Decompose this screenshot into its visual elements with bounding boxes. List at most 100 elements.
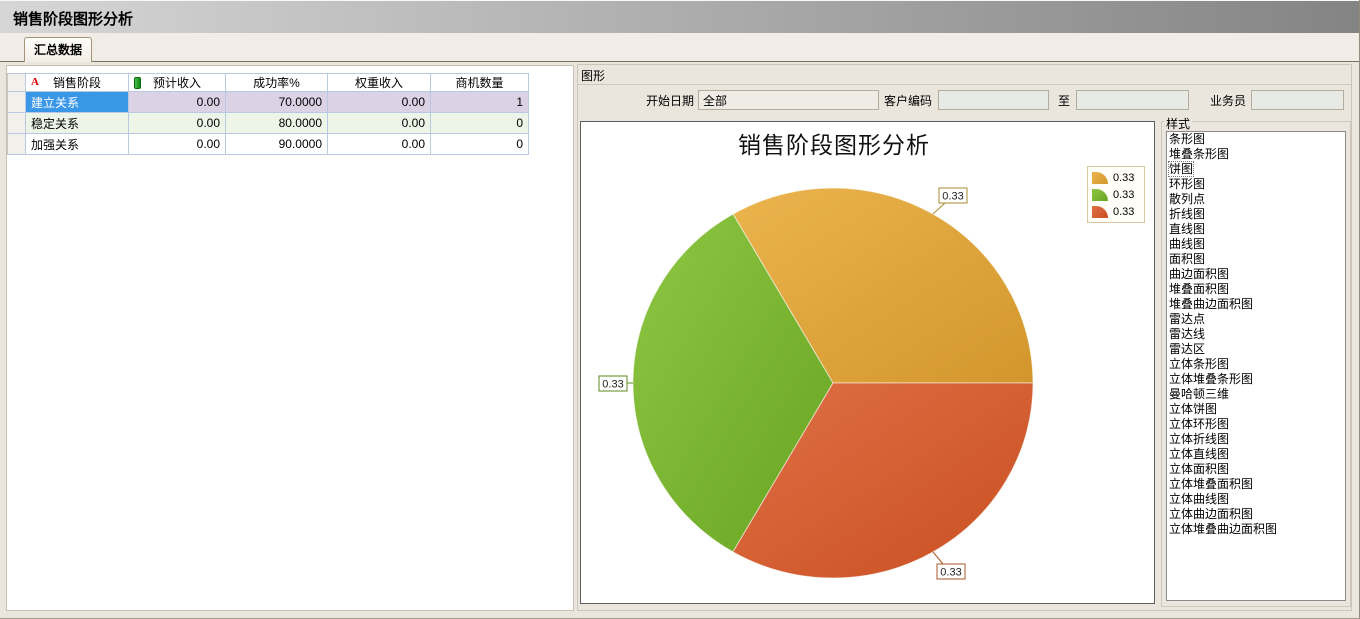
style-item-label: 立体直线图 bbox=[1169, 447, 1229, 461]
legend-entry: 0.33 bbox=[1092, 203, 1144, 220]
style-item[interactable]: 雷达区 bbox=[1167, 342, 1345, 357]
column-header-label: 预计收入 bbox=[153, 76, 201, 90]
cell-weighted-income[interactable]: 0.00 bbox=[328, 92, 431, 113]
row-indicator[interactable] bbox=[8, 113, 26, 134]
cell-weighted-income[interactable]: 0.00 bbox=[328, 134, 431, 155]
style-item-label: 立体堆叠曲边面积图 bbox=[1169, 522, 1277, 536]
cell-opportunity-count[interactable]: 0 bbox=[431, 113, 529, 134]
cell-opportunity-count[interactable]: 1 bbox=[431, 92, 529, 113]
chart-legend: 0.330.330.33 bbox=[1087, 166, 1145, 223]
style-item[interactable]: 面积图 bbox=[1167, 252, 1345, 267]
cell-weighted-income[interactable]: 0.00 bbox=[328, 113, 431, 134]
style-item[interactable]: 立体堆叠条形图 bbox=[1167, 372, 1345, 387]
cell-expected-income[interactable]: 0.00 bbox=[129, 113, 226, 134]
style-item-label: 堆叠曲边面积图 bbox=[1169, 297, 1253, 311]
row-indicator[interactable] bbox=[8, 134, 26, 155]
legend-value: 0.33 bbox=[1113, 206, 1134, 218]
group-divider bbox=[578, 84, 1351, 85]
cell-stage[interactable]: 建立关系 bbox=[26, 92, 129, 113]
table-row[interactable]: 稳定关系0.0080.00000.000 bbox=[8, 113, 529, 134]
style-item-label: 立体环形图 bbox=[1169, 417, 1229, 431]
cell-opportunity-count[interactable]: 0 bbox=[431, 134, 529, 155]
customer-code-to-input[interactable] bbox=[1076, 90, 1189, 110]
style-item[interactable]: 立体直线图 bbox=[1167, 447, 1345, 462]
column-header-success-rate[interactable]: 成功率% bbox=[226, 74, 328, 92]
style-item[interactable]: 立体折线图 bbox=[1167, 432, 1345, 447]
table-row[interactable]: 建立关系0.0070.00000.001 bbox=[8, 92, 529, 113]
style-item[interactable]: 环形图 bbox=[1167, 177, 1345, 192]
style-item[interactable]: 立体堆叠面积图 bbox=[1167, 477, 1345, 492]
style-item[interactable]: 条形图 bbox=[1167, 132, 1345, 147]
style-group-label: 样式 bbox=[1164, 115, 1192, 132]
style-item-label: 曲边面积图 bbox=[1169, 267, 1229, 281]
cell-expected-income[interactable]: 0.00 bbox=[129, 92, 226, 113]
style-item-label: 环形图 bbox=[1169, 177, 1205, 191]
legend-value: 0.33 bbox=[1113, 172, 1134, 184]
table-row[interactable]: 加强关系0.0090.00000.000 bbox=[8, 134, 529, 155]
style-item[interactable]: 立体曲线图 bbox=[1167, 492, 1345, 507]
column-header-expected-income[interactable]: 预计收入 bbox=[129, 74, 226, 92]
style-item[interactable]: 堆叠条形图 bbox=[1167, 147, 1345, 162]
style-item[interactable]: 散列点 bbox=[1167, 192, 1345, 207]
tab-bar: 汇总数据 bbox=[0, 33, 1359, 62]
style-item[interactable]: 雷达点 bbox=[1167, 312, 1345, 327]
style-item[interactable]: 饼图 bbox=[1167, 162, 1345, 177]
column-header-label: 商机数量 bbox=[455, 76, 503, 90]
chart-area: 销售阶段图形分析 0.330.330.33 0.330.330.33 bbox=[580, 121, 1155, 604]
row-indicator[interactable] bbox=[8, 92, 26, 113]
style-item[interactable]: 曲边面积图 bbox=[1167, 267, 1345, 282]
customer-code-from-input[interactable] bbox=[938, 90, 1049, 110]
column-header-label: 权重收入 bbox=[355, 76, 403, 90]
cell-success-rate[interactable]: 70.0000 bbox=[226, 92, 328, 113]
style-item-label: 面积图 bbox=[1169, 252, 1205, 266]
style-item-label: 立体曲边面积图 bbox=[1169, 507, 1253, 521]
slice-label: 0.33 bbox=[933, 552, 965, 579]
chart-style-list[interactable]: 条形图堆叠条形图饼图环形图散列点折线图直线图曲线图面积图曲边面积图堆叠面积图堆叠… bbox=[1166, 131, 1346, 601]
table-header-row: A 销售阶段 预计收入 成功率% 权重收入 商机数量 bbox=[8, 74, 529, 92]
slice-label: 0.33 bbox=[933, 188, 967, 214]
indicator-header-cell bbox=[8, 74, 26, 92]
column-header-stage[interactable]: A 销售阶段 bbox=[26, 74, 129, 92]
pie-chart[interactable]: 0.33 0.33 0.33 bbox=[581, 122, 1154, 603]
cell-stage[interactable]: 加强关系 bbox=[26, 134, 129, 155]
legend-swatch-icon bbox=[1092, 206, 1108, 218]
style-item[interactable]: 折线图 bbox=[1167, 207, 1345, 222]
column-header-label: 成功率% bbox=[253, 76, 300, 90]
style-item[interactable]: 立体堆叠曲边面积图 bbox=[1167, 522, 1345, 537]
style-item-label: 堆叠面积图 bbox=[1169, 282, 1229, 296]
legend-swatch-icon bbox=[1092, 189, 1108, 201]
svg-text:0.33: 0.33 bbox=[602, 379, 623, 391]
style-item-label: 折线图 bbox=[1169, 207, 1205, 221]
style-item[interactable]: 堆叠曲边面积图 bbox=[1167, 297, 1345, 312]
style-item[interactable]: 立体饼图 bbox=[1167, 402, 1345, 417]
style-item-label: 曼哈顿三维 bbox=[1169, 387, 1229, 401]
cell-expected-income[interactable]: 0.00 bbox=[129, 134, 226, 155]
style-item[interactable]: 立体曲边面积图 bbox=[1167, 507, 1345, 522]
style-item-label: 雷达线 bbox=[1169, 327, 1205, 341]
cell-stage[interactable]: 稳定关系 bbox=[26, 113, 129, 134]
column-header-opportunity-count[interactable]: 商机数量 bbox=[431, 74, 529, 92]
style-item[interactable]: 曲线图 bbox=[1167, 237, 1345, 252]
start-date-input[interactable] bbox=[698, 90, 879, 110]
tab-summary-data[interactable]: 汇总数据 bbox=[24, 37, 92, 62]
slice-label: 0.33 bbox=[599, 376, 633, 391]
style-item-label: 立体堆叠面积图 bbox=[1169, 477, 1253, 491]
style-item[interactable]: 曼哈顿三维 bbox=[1167, 387, 1345, 402]
salesman-input[interactable] bbox=[1251, 90, 1344, 110]
style-item[interactable]: 立体环形图 bbox=[1167, 417, 1345, 432]
style-item-label: 立体饼图 bbox=[1169, 402, 1217, 416]
cell-success-rate[interactable]: 80.0000 bbox=[226, 113, 328, 134]
cell-success-rate[interactable]: 90.0000 bbox=[226, 134, 328, 155]
style-item[interactable]: 直线图 bbox=[1167, 222, 1345, 237]
style-item-label: 曲线图 bbox=[1169, 237, 1205, 251]
style-item-label: 饼图 bbox=[1169, 162, 1193, 176]
style-item[interactable]: 堆叠面积图 bbox=[1167, 282, 1345, 297]
column-header-weighted-income[interactable]: 权重收入 bbox=[328, 74, 431, 92]
style-item[interactable]: 立体条形图 bbox=[1167, 357, 1345, 372]
sales-stage-table: A 销售阶段 预计收入 成功率% 权重收入 商机数量 bbox=[7, 73, 529, 155]
style-item[interactable]: 立体面积图 bbox=[1167, 462, 1345, 477]
tab-label: 汇总数据 bbox=[34, 43, 82, 57]
style-item[interactable]: 雷达线 bbox=[1167, 327, 1345, 342]
style-item-label: 立体堆叠条形图 bbox=[1169, 372, 1253, 386]
app-window: 销售阶段图形分析 汇总数据 A 销售阶段 预计收 bbox=[0, 0, 1360, 619]
